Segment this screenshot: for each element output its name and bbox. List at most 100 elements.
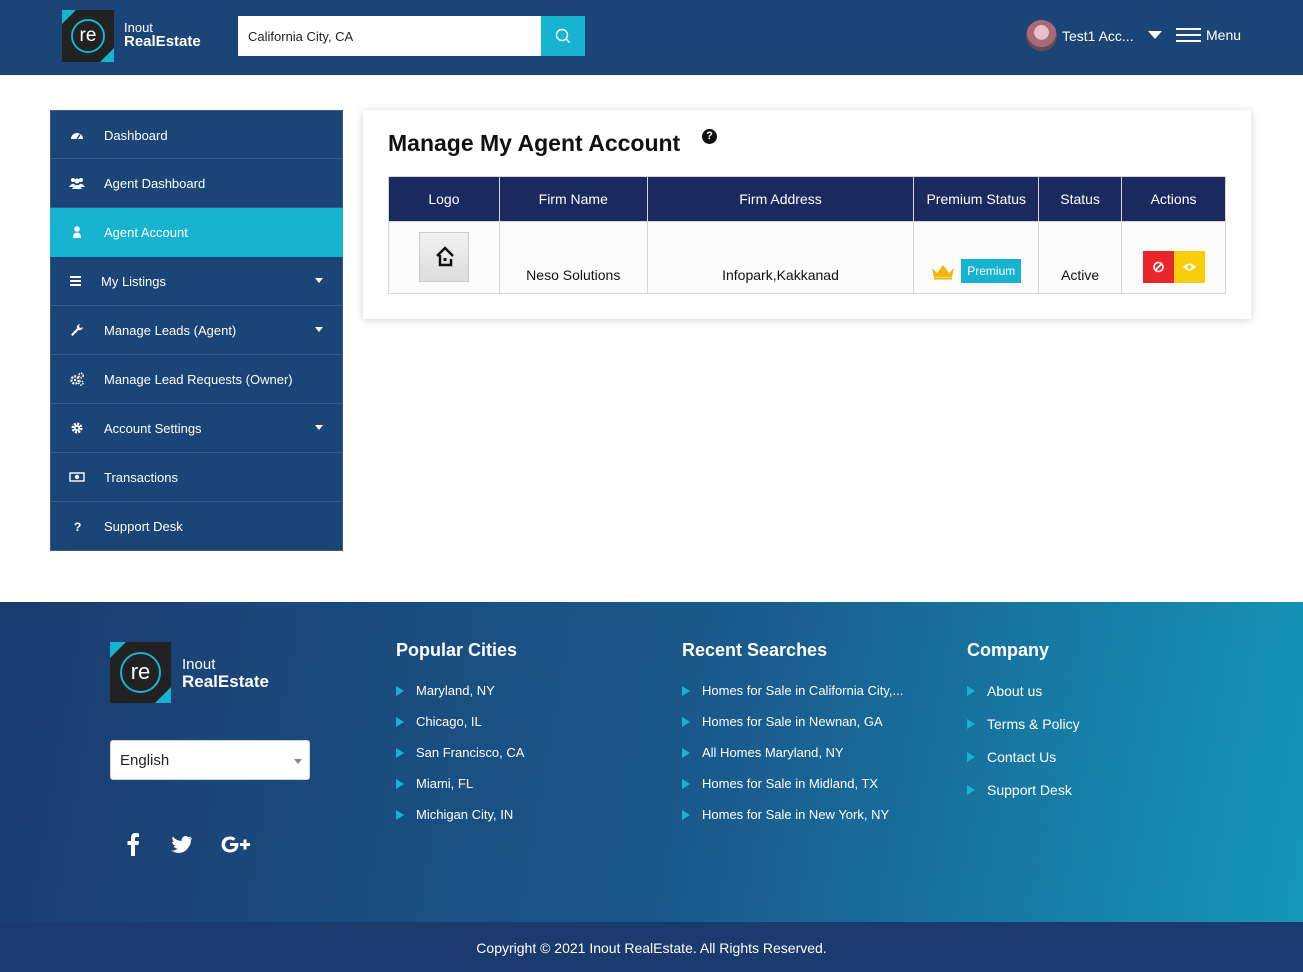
link-label: Homes for Sale in New York, NY bbox=[702, 807, 890, 822]
premium-status-cell: Premium bbox=[913, 221, 1040, 294]
caret-down-icon bbox=[315, 278, 323, 283]
agent-account-card: Manage My Agent Account ? Logo Firm Name… bbox=[363, 110, 1251, 319]
firm-name-cell: Neso Solutions bbox=[498, 221, 648, 294]
column-header-premium-status: Premium Status bbox=[913, 176, 1040, 222]
sidebar-item-manage-leads-agent[interactable]: Manage Leads (Agent) bbox=[50, 306, 343, 355]
link-label: Michigan City, IN bbox=[416, 807, 514, 822]
sidebar-item-manage-lead-requests[interactable]: Manage Lead Requests (Owner) bbox=[50, 355, 343, 404]
sidebar-item-transactions[interactable]: Transactions bbox=[50, 453, 343, 502]
actions-cell bbox=[1121, 221, 1226, 294]
logo-letters: re bbox=[120, 652, 161, 693]
link-label: Maryland, NY bbox=[416, 683, 495, 698]
search-button[interactable] bbox=[541, 16, 585, 56]
recent-search-link[interactable]: Homes for Sale in Midland, TX bbox=[682, 776, 903, 807]
user-icon bbox=[73, 226, 81, 238]
link-label: Homes for Sale in California City,... bbox=[702, 683, 904, 698]
sidebar-item-dashboard[interactable]: Dashboard bbox=[50, 110, 343, 159]
company-link-support[interactable]: Support Desk bbox=[967, 782, 1080, 815]
google-plus-icon[interactable] bbox=[219, 832, 253, 861]
sidebar-item-my-listings[interactable]: My Listings bbox=[50, 257, 343, 306]
arrow-right-icon bbox=[682, 686, 690, 696]
eye-icon bbox=[1182, 263, 1196, 271]
menu-label: Menu bbox=[1206, 27, 1242, 43]
column-header-firm-name: Firm Name bbox=[498, 176, 648, 222]
link-label: Contact Us bbox=[987, 749, 1057, 765]
sidebar-item-account-settings[interactable]: Account Settings bbox=[50, 404, 343, 453]
question-icon: ? bbox=[74, 520, 81, 534]
site-footer: re Inout RealEstate English Popular Citi… bbox=[0, 602, 1303, 922]
twitter-icon[interactable] bbox=[171, 832, 193, 861]
recent-search-link[interactable]: All Homes Maryland, NY bbox=[682, 745, 903, 776]
brand-name-bottom: RealEstate bbox=[182, 672, 269, 691]
facebook-icon[interactable] bbox=[125, 832, 141, 861]
search-bar bbox=[238, 16, 585, 56]
recent-search-link[interactable]: Homes for Sale in Newnan, GA bbox=[682, 714, 903, 745]
popular-city-link[interactable]: Miami, FL bbox=[396, 776, 524, 807]
sidebar-item-agent-account[interactable]: Agent Account bbox=[50, 208, 343, 257]
firm-logo-image bbox=[418, 232, 469, 282]
language-select[interactable]: English bbox=[110, 740, 310, 780]
arrow-right-icon bbox=[967, 686, 975, 696]
recent-searches-heading: Recent Searches bbox=[682, 640, 828, 660]
logo-letters: re bbox=[71, 19, 105, 53]
arrow-right-icon bbox=[967, 752, 975, 762]
arrow-right-icon bbox=[396, 686, 404, 696]
column-header-status: Status bbox=[1038, 176, 1123, 222]
arrow-right-icon bbox=[682, 717, 690, 727]
popular-city-link[interactable]: Chicago, IL bbox=[396, 714, 524, 745]
column-header-actions: Actions bbox=[1121, 176, 1226, 222]
footer-brand-logo[interactable]: re Inout RealEstate bbox=[110, 642, 285, 703]
brand-name-top: Inout bbox=[182, 656, 216, 673]
sidebar-item-support-desk[interactable]: ? Support Desk bbox=[50, 502, 343, 551]
arrow-right-icon bbox=[682, 748, 690, 758]
sidebar-item-agent-dashboard[interactable]: Agent Dashboard bbox=[50, 159, 343, 208]
recent-search-link[interactable]: Homes for Sale in New York, NY bbox=[682, 807, 903, 838]
view-button[interactable] bbox=[1173, 251, 1205, 283]
popular-city-link[interactable]: Michigan City, IN bbox=[396, 807, 524, 838]
dashboard-icon bbox=[71, 133, 83, 140]
recent-searches-column: Recent Searches Homes for Sale in Califo… bbox=[682, 640, 903, 838]
status-cell: Active bbox=[1038, 221, 1123, 294]
premium-badge: Premium bbox=[961, 259, 1022, 283]
link-label: Support Desk bbox=[987, 782, 1072, 798]
arrow-right-icon bbox=[396, 748, 404, 758]
brand-name-bottom: RealEstate bbox=[124, 33, 201, 50]
sidebar-item-label: Agent Dashboard bbox=[104, 176, 206, 191]
help-icon[interactable]: ? bbox=[702, 129, 717, 144]
cogs-icon bbox=[70, 372, 85, 386]
search-input[interactable] bbox=[238, 16, 541, 56]
popular-city-link[interactable]: San Francisco, CA bbox=[396, 745, 524, 776]
caret-down-icon bbox=[315, 327, 323, 332]
wrench-icon bbox=[71, 324, 83, 336]
sidebar-item-label: Account Settings bbox=[104, 421, 202, 436]
hamburger-icon bbox=[1176, 27, 1201, 43]
popular-cities-column: Popular Cities Maryland, NY Chicago, IL … bbox=[396, 640, 524, 838]
sidebar-item-label: Transactions bbox=[104, 470, 178, 485]
link-label: Miami, FL bbox=[416, 776, 474, 791]
popular-cities-heading: Popular Cities bbox=[396, 640, 518, 660]
svg-text:?: ? bbox=[74, 520, 81, 534]
brand-logo[interactable]: re Inout RealEstate bbox=[62, 10, 212, 62]
column-header-firm-address: Firm Address bbox=[646, 176, 915, 222]
sidebar-item-label: Support Desk bbox=[104, 519, 183, 534]
popular-city-link[interactable]: Maryland, NY bbox=[396, 683, 524, 714]
company-link-terms[interactable]: Terms & Policy bbox=[967, 716, 1080, 749]
gear-icon bbox=[71, 422, 83, 434]
link-label: Chicago, IL bbox=[416, 714, 482, 729]
recent-search-link[interactable]: Homes for Sale in California City,... bbox=[682, 683, 903, 714]
arrow-right-icon bbox=[396, 779, 404, 789]
language-select-value: English bbox=[120, 752, 170, 769]
company-link-contact[interactable]: Contact Us bbox=[967, 749, 1080, 782]
arrow-right-icon bbox=[396, 810, 404, 820]
company-column: Company About us Terms & Policy Contact … bbox=[967, 640, 1080, 815]
logo-mark: re bbox=[62, 10, 114, 62]
sidebar-item-label: Dashboard bbox=[104, 128, 168, 143]
deactivate-button[interactable] bbox=[1142, 251, 1174, 283]
arrow-right-icon bbox=[682, 810, 690, 820]
company-link-about[interactable]: About us bbox=[967, 683, 1080, 716]
avatar bbox=[1026, 20, 1057, 51]
caret-down-icon bbox=[315, 425, 323, 430]
agent-account-table: Logo Firm Name Firm Address Premium Stat… bbox=[388, 176, 1226, 294]
copyright-text: Copyright © 2021 Inout RealEstate. All R… bbox=[476, 940, 827, 956]
sidebar-item-label: Manage Leads (Agent) bbox=[104, 323, 237, 338]
